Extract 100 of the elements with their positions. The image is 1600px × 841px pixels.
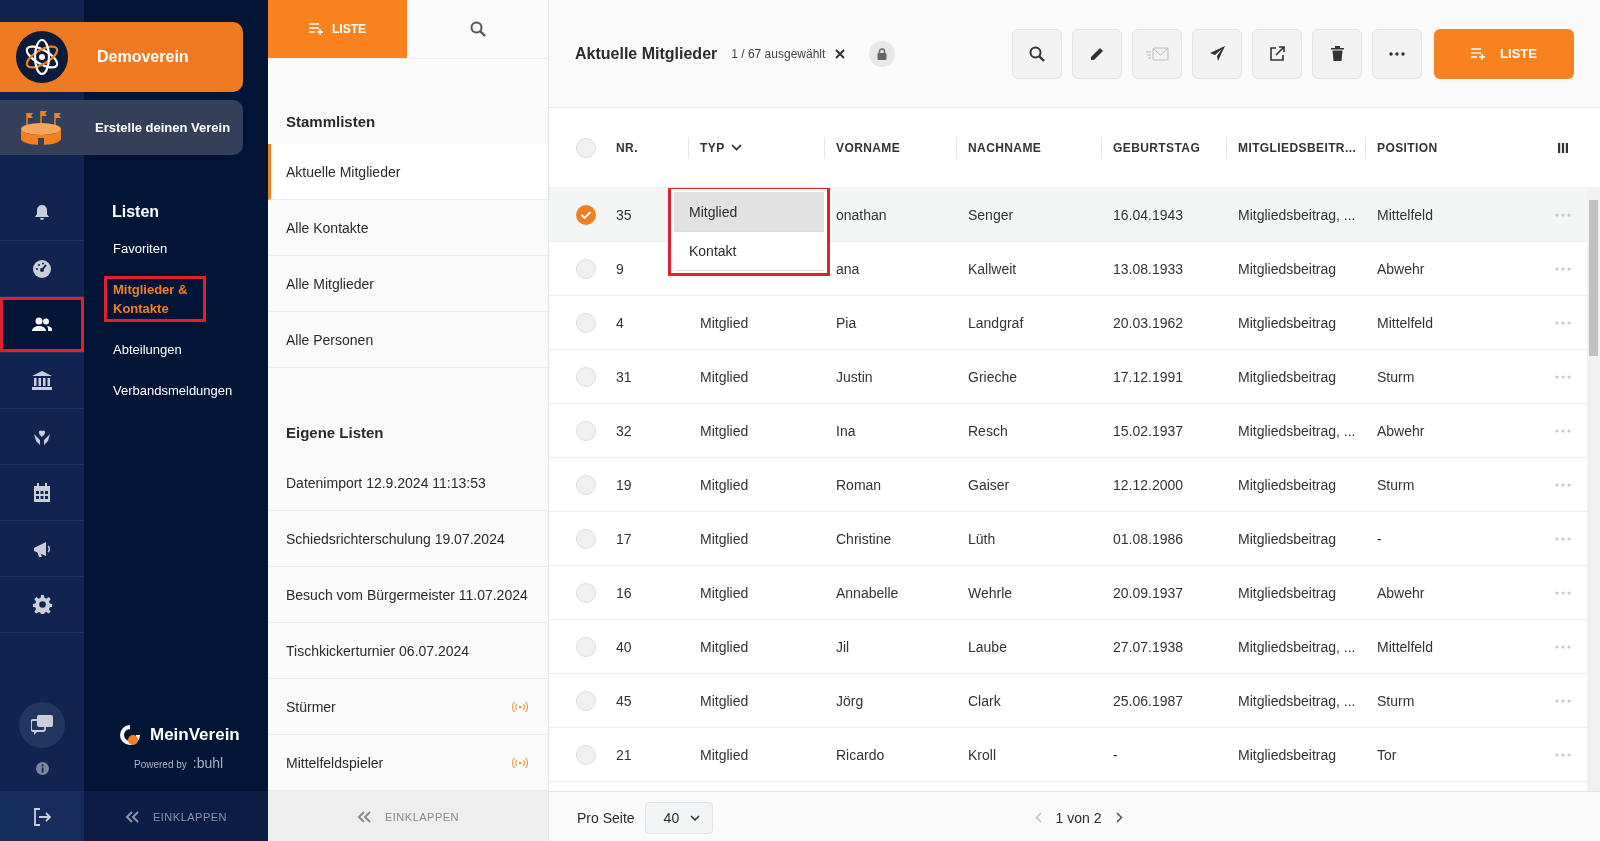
nav-heading: Listen [112, 203, 161, 221]
toolbar-button[interactable] [1312, 28, 1362, 79]
type-cell: Mitglied [700, 584, 749, 601]
section-heading: Stammlisten [285, 112, 377, 132]
list-item[interactable]: Alle Personen [268, 312, 548, 368]
bell-icon [34, 204, 50, 221]
row-checkbox[interactable] [575, 258, 596, 279]
column-header[interactable]: GEBURTSTAG [1101, 136, 1238, 159]
more-icon[interactable] [1555, 590, 1571, 595]
create-club-label: Erstelle deinen Verein [95, 120, 231, 135]
type-cell: Mitglied [700, 314, 749, 331]
more-icon[interactable] [1555, 482, 1571, 487]
menu-option[interactable]: Mitglied [674, 192, 824, 231]
list-item[interactable]: Schiedsrichterschulung 19.07.2024 [268, 511, 548, 567]
table-row[interactable]: 32 Mitglied Ina Resch 15.02.1937 Mitgliedsbeitrag, ... Abwehr [549, 404, 1587, 458]
add-list-icon [309, 23, 324, 35]
position-cell: Mittelfeld [1377, 314, 1434, 331]
row-checkbox[interactable] [575, 582, 596, 603]
row-checkbox[interactable] [575, 690, 596, 711]
list-item[interactable]: Alle Kontakte [268, 200, 548, 256]
position-cell: Sturm [1377, 476, 1415, 493]
trash-icon [1330, 46, 1344, 61]
type-cell: Mitglied [700, 530, 749, 547]
list-item[interactable]: Alle Mitglieder [268, 256, 548, 312]
club-name: Demoverein [97, 48, 189, 66]
list-item[interactable]: Stürmer [268, 679, 548, 735]
last-name-cell: Senger [968, 206, 1014, 223]
rail-item[interactable] [0, 297, 84, 353]
people-icon [32, 317, 52, 332]
table-row[interactable]: 19 Mitglied Roman Gaiser 12.12.2000 Mitgliedsbeitrag Sturm [549, 458, 1587, 512]
more-icon[interactable] [1555, 266, 1571, 271]
column-header[interactable]: POSITION [1365, 136, 1539, 159]
row-checkbox[interactable] [575, 744, 596, 765]
help-button[interactable] [19, 702, 65, 748]
table-row[interactable]: 40 Mitglied Jil Laube 27.07.1938 Mitgliedsbeitrag, ... Mittelfeld [549, 620, 1587, 674]
table-row[interactable]: 4 Mitglied Pia Landgraf 20.03.1962 Mitgliedsbeitrag Mittelfeld [549, 296, 1587, 350]
position-cell: Tor [1377, 746, 1397, 763]
row-checkbox[interactable] [575, 528, 596, 549]
column-header[interactable]: NACHNAME [956, 136, 1113, 159]
column-header[interactable]: MITGLIEDSBEITR... [1226, 136, 1377, 159]
row-checkbox[interactable] [575, 636, 596, 657]
more-icon[interactable] [1555, 644, 1571, 649]
lock-icon [877, 47, 888, 60]
table-row[interactable]: 31 Mitglied Justin Grieche 17.12.1991 Mitgliedsbeitrag Sturm [549, 350, 1587, 404]
nav-item[interactable]: Verbandsmeldungen [104, 377, 242, 404]
row-checkbox[interactable] [575, 420, 596, 441]
more-icon[interactable] [1555, 374, 1571, 379]
list-item[interactable]: Tischkickerturnier 06.07.2024 [268, 623, 548, 679]
create-club-card[interactable]: Erstelle deinen Verein [0, 100, 243, 155]
birthday-cell: 27.07.1938 [1113, 638, 1184, 655]
brand-name: MeinVerein [150, 725, 240, 745]
logout-icon[interactable] [33, 808, 51, 826]
position-cell: Sturm [1377, 368, 1415, 385]
last-name-cell: Resch [968, 422, 1008, 439]
list-item[interactable]: Aktuelle Mitglieder [268, 144, 548, 200]
birthday-cell: 20.09.1937 [1113, 584, 1184, 601]
number-cell: 32 [616, 422, 632, 439]
checked-checkbox[interactable] [575, 204, 596, 225]
nav-item[interactable]: Favoriten [104, 235, 177, 262]
birthday-cell: - [1113, 746, 1118, 763]
toolbar-button[interactable] [1252, 28, 1302, 79]
pencil-icon [1089, 46, 1105, 61]
table-row[interactable]: 21 Mitglied Ricardo Kroll - Mitgliedsbeitrag Tor [549, 728, 1587, 782]
column-header[interactable]: TYP [688, 136, 836, 159]
last-name-cell: Clark [968, 692, 1001, 709]
collapse-button[interactable]: EINKLAPPEN [84, 791, 268, 841]
more-icon[interactable] [1555, 698, 1571, 703]
columns-icon[interactable] [1558, 142, 1568, 153]
nav-item[interactable]: Abteilungen [104, 336, 191, 363]
list-item[interactable]: Datenimport 12.9.2024 11:13:53 [268, 455, 548, 511]
list-item[interactable]: Besuch vom Bürgermeister 11.07.2024 [268, 567, 548, 623]
nav-item[interactable]: Mitglieder & Kontakte [104, 276, 206, 322]
birthday-cell: 01.08.1986 [1113, 530, 1184, 547]
lock-button[interactable] [869, 40, 896, 67]
more-icon[interactable] [1555, 536, 1571, 541]
previous-page-icon[interactable] [1034, 812, 1042, 823]
table-row[interactable]: 16 Mitglied Annabelle Wehrle 20.09.1937 Mitgliedsbeitrag Abwehr [549, 566, 1587, 620]
table-row[interactable]: 17 Mitglied Christine Lüth 01.08.1986 Mitgliedsbeitrag - [549, 512, 1587, 566]
first-name-cell: Roman [836, 476, 882, 493]
first-name-cell: Annabelle [836, 584, 899, 601]
scrollbar[interactable] [1587, 188, 1600, 791]
row-checkbox[interactable] [575, 474, 596, 495]
per-page-select[interactable]: 40 [644, 801, 713, 834]
next-page-icon[interactable] [1115, 812, 1123, 823]
more-icon[interactable] [1555, 752, 1571, 757]
toolbar-button[interactable] [1012, 28, 1062, 79]
help-chat-icon [31, 715, 53, 735]
table-row[interactable]: 45 Mitglied Jörg Clark 25.06.1987 Mitgliedsbeitrag, ... Sturm [549, 674, 1587, 728]
number-cell: 4 [616, 314, 624, 331]
megaphone-icon [32, 539, 52, 558]
column-header[interactable]: VORNAME [824, 136, 968, 159]
fee-cell: Mitgliedsbeitrag [1238, 368, 1337, 385]
row-checkbox[interactable] [575, 366, 596, 387]
more-icon[interactable] [1555, 428, 1571, 433]
more-icon[interactable] [1555, 212, 1571, 217]
row-checkbox[interactable] [575, 312, 596, 333]
select-all-checkbox[interactable] [575, 137, 596, 158]
close-icon[interactable] [835, 48, 846, 59]
more-icon[interactable] [1555, 320, 1571, 325]
info-icon[interactable] [35, 762, 49, 775]
